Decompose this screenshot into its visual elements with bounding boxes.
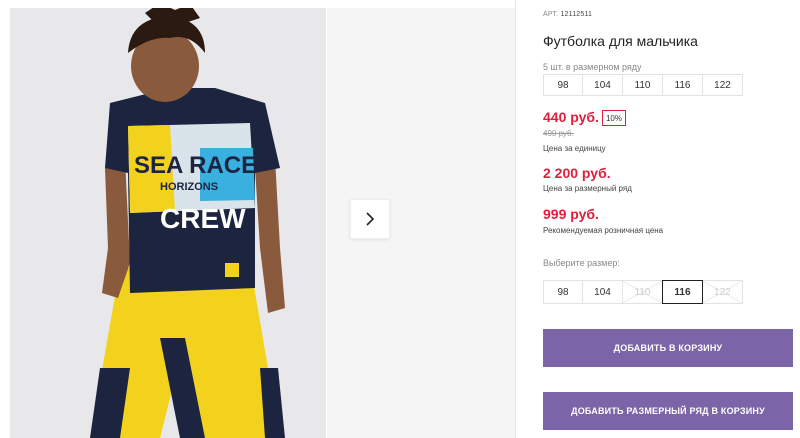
pack-size-110: 110 [622, 74, 663, 96]
retail-price-label: Рекомендуемая розничная цена [543, 226, 664, 235]
pack-size-104: 104 [582, 74, 623, 96]
unit-price-label: Цена за единицу [543, 144, 606, 153]
size-option-116[interactable]: 116 [662, 280, 703, 304]
shirt-text-1: SEA RACE [134, 152, 257, 179]
sku-prefix: АРТ. [543, 11, 559, 18]
size-option-98[interactable]: 98 [543, 280, 583, 304]
sku-value: 12112511 [560, 11, 593, 18]
divider [515, 0, 516, 438]
add-to-cart-button[interactable]: ДОБАВИТЬ В КОРЗИНУ [543, 329, 793, 367]
gallery-next-button[interactable] [350, 199, 390, 239]
size-option-104[interactable]: 104 [582, 280, 623, 304]
retail-price: 999 руб. [543, 206, 599, 222]
discount-badge: 10% [602, 110, 626, 126]
pack-price-label: Цена за размерный ряд [543, 184, 632, 193]
pack-size-116: 116 [662, 74, 703, 96]
pack-size-row: 98 104 110 116 122 [543, 74, 743, 96]
shirt-text-2: HORIZONS [160, 181, 218, 193]
product-title: Футболка для мальчика [543, 33, 698, 49]
size-selector: 98 104 110 116 122 [543, 280, 743, 304]
shirt-text-3: CREW [160, 203, 246, 234]
chevron-right-icon [366, 212, 375, 226]
product-gallery: SEA RACE HORIZONS CREW [0, 0, 515, 438]
pack-size-122: 122 [702, 74, 743, 96]
add-pack-to-cart-button[interactable]: ДОБАВИТЬ РАЗМЕРНЫЙ РЯД В КОРЗИНУ [543, 392, 793, 430]
unit-price: 440 руб. [543, 109, 599, 125]
product-photo[interactable]: SEA RACE HORIZONS CREW [10, 8, 326, 438]
pack-price: 2 200 руб. [543, 165, 611, 181]
old-price: 490 руб. [543, 129, 574, 138]
pack-size-98: 98 [543, 74, 583, 96]
sku-line: АРТ. 12112511 [543, 11, 592, 18]
select-size-label: Выберите размер: [543, 258, 620, 268]
product-photo-illustration: SEA RACE HORIZONS CREW [10, 8, 326, 438]
size-option-110: 110 [622, 280, 663, 304]
product-info: АРТ. 12112511 Футболка для мальчика 5 шт… [543, 0, 800, 438]
pack-note: 5 шт. в размерном ряду [543, 62, 642, 72]
size-option-122: 122 [702, 280, 743, 304]
